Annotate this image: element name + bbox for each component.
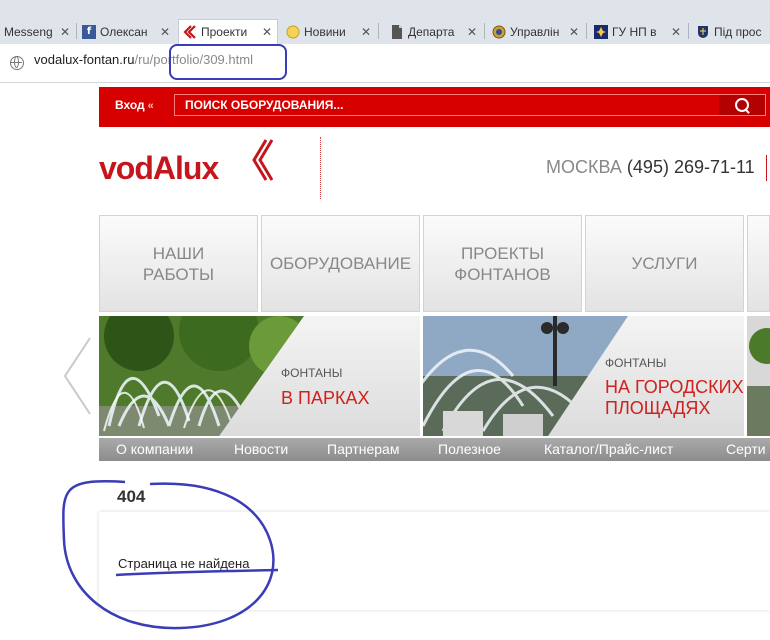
- tab-title: Олексан: [100, 24, 148, 39]
- crest-icon: [696, 25, 710, 39]
- facebook-icon: f: [82, 24, 96, 39]
- menu-item-our-works[interactable]: Наши работы: [99, 215, 258, 312]
- menu-item-services[interactable]: Услуги: [585, 215, 744, 312]
- tab-title: Департа: [408, 24, 455, 39]
- tab-administration[interactable]: Управлін ✕: [488, 19, 584, 44]
- menu-item-fountain-projects[interactable]: Проекты фонтанов: [423, 215, 582, 312]
- fountain-square-photo: [423, 316, 628, 436]
- double-chevron-left-icon: «: [147, 100, 154, 112]
- banner-subtitle: ФОНТАНЫ: [281, 366, 343, 380]
- banner-title: НА ГОРОДСКИХ ПЛОЩАДЯХ: [605, 377, 744, 418]
- banner-parks[interactable]: ФОНТАНЫ В ПАРКАХ: [99, 316, 420, 436]
- tab-vodalux-active[interactable]: Проекти ✕: [178, 19, 278, 44]
- menu-item-more[interactable]: [747, 215, 770, 312]
- document-icon: [390, 24, 404, 39]
- browser-tab-strip: Messeng ✕ f Олексан ✕ Проекти ✕ Новини ✕…: [0, 0, 770, 44]
- close-icon[interactable]: ✕: [670, 25, 682, 39]
- menu-item-label: Наши работы: [142, 243, 215, 284]
- tab-title: Messeng: [4, 24, 53, 39]
- logo-chevron-icon: [252, 139, 274, 181]
- emblem-icon: [492, 25, 506, 39]
- tab-department[interactable]: Департа ✕: [386, 19, 482, 44]
- globe-icon: [10, 56, 24, 70]
- address-bar: vodalux-fontan.ru/ru/portfolio/309.html: [0, 44, 770, 83]
- subnav-catalog[interactable]: Каталог/Прайс-лист: [544, 441, 673, 457]
- annotation-url-highlight: [169, 44, 287, 80]
- site-top-bar: Вход «: [99, 87, 770, 127]
- login-link[interactable]: Вход «: [115, 98, 154, 112]
- close-icon[interactable]: ✕: [466, 25, 478, 39]
- banner-partial-photo: [747, 316, 770, 436]
- search-icon: [735, 98, 749, 112]
- header-divider: [320, 137, 321, 199]
- close-icon[interactable]: ✕: [59, 25, 71, 39]
- tab-query[interactable]: Під прос: [692, 19, 770, 44]
- menu-item-equipment[interactable]: Оборудование: [261, 215, 420, 312]
- menu-item-label: Услуги: [631, 254, 698, 273]
- search-box: [174, 94, 766, 116]
- tab-title: Управлін: [510, 24, 560, 39]
- header-right-divider: [766, 155, 767, 181]
- close-icon[interactable]: ✕: [568, 25, 580, 39]
- tab-news[interactable]: Новини ✕: [282, 19, 376, 44]
- phone-number: (495) 269-71-11: [626, 157, 755, 177]
- banner-title: В ПАРКАХ: [281, 388, 370, 408]
- subnav-partners[interactable]: Партнерам: [327, 441, 399, 457]
- tab-facebook[interactable]: f Олексан ✕: [78, 19, 175, 44]
- subnav-certificates[interactable]: Серти: [726, 441, 766, 457]
- subnav-about[interactable]: О компании: [116, 441, 193, 457]
- carousel-prev-icon[interactable]: [62, 336, 92, 416]
- tab-title: Під прос: [714, 24, 762, 39]
- site-logo[interactable]: vodAlux: [99, 150, 219, 187]
- tab-police[interactable]: ГУ НП в ✕: [590, 19, 686, 44]
- banner-city-squares[interactable]: ФОНТАНЫ НА ГОРОДСКИХ ПЛОЩАДЯХ: [423, 316, 744, 436]
- close-icon[interactable]: ✕: [261, 25, 273, 39]
- phone-city: МОСКВА: [546, 157, 622, 177]
- login-label: Вход: [115, 98, 145, 112]
- fountain-park-photo: [99, 316, 304, 436]
- secondary-nav: О компании Новости Партнерам Полезное Ка…: [99, 438, 770, 461]
- header-phone: МОСКВА (495) 269-71-11: [546, 157, 755, 178]
- tab-title: Проекти: [201, 25, 248, 39]
- search-input[interactable]: [175, 97, 727, 113]
- close-icon[interactable]: ✕: [159, 25, 171, 39]
- search-button[interactable]: [719, 95, 765, 115]
- banner-subtitle: ФОНТАНЫ: [605, 356, 667, 370]
- close-icon[interactable]: ✕: [360, 25, 372, 39]
- tab-messenger[interactable]: Messeng ✕: [0, 19, 75, 44]
- police-icon: [594, 24, 608, 39]
- subnav-news[interactable]: Новости: [234, 441, 288, 457]
- banner-next-partial[interactable]: [747, 316, 770, 436]
- tab-title: Новини: [304, 24, 346, 39]
- news-icon: [286, 25, 300, 39]
- subnav-useful[interactable]: Полезное: [438, 441, 501, 457]
- menu-item-label: Проекты фонтанов: [454, 243, 551, 284]
- url-host: vodalux-fontan.ru: [34, 52, 135, 67]
- vodalux-icon: [183, 25, 197, 39]
- main-menu: Наши работы Оборудование Проекты фонтано…: [99, 215, 770, 312]
- tab-title: ГУ НП в: [612, 24, 657, 39]
- annotation-error-circle: [62, 480, 279, 630]
- menu-item-label: Оборудование: [269, 254, 412, 273]
